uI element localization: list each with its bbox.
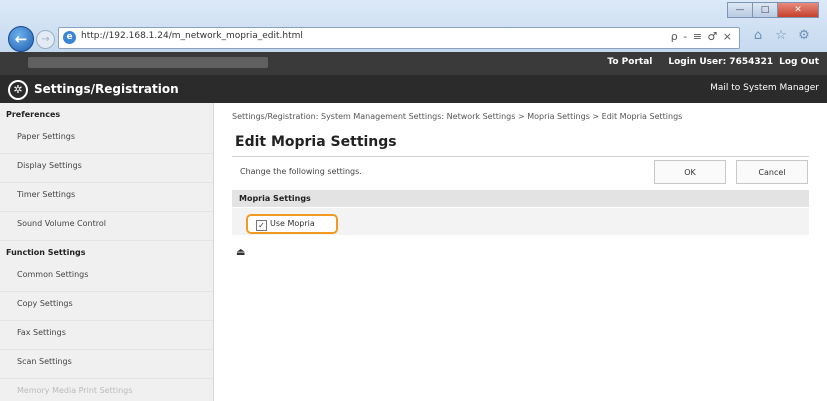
forward-button[interactable]: → [36,30,55,49]
login-user-label: Login User: 7654321 [668,57,774,67]
maximize-button[interactable]: □ [752,2,778,18]
sidebar-item-display-settings[interactable]: Display Settings [0,154,213,183]
star-icon[interactable]: ☆ [772,27,790,45]
sidebar: Preferences Paper Settings Display Setti… [0,103,214,401]
breadcrumb[interactable]: Settings/Registration: System Management… [232,112,682,121]
to-portal-link[interactable]: To Portal [607,57,652,67]
cancel-button[interactable]: Cancel [736,160,808,184]
section-title: Mopria Settings [239,194,311,203]
sidebar-item-common-settings[interactable]: Common Settings [0,263,213,292]
mail-to-system-manager-link[interactable]: Mail to System Manager [710,83,819,93]
back-button[interactable]: ← [8,26,34,52]
browser-chrome: — □ ✕ ← → e http://192.168.1.24/m_networ… [0,0,827,52]
device-bar: To Portal Login User: 7654321 Log Out [0,52,827,75]
use-mopria-checkbox[interactable]: ✓ [256,220,267,231]
use-mopria-option[interactable]: ✓ Use Mopria [246,214,338,234]
address-tools[interactable]: ρ - ≡ ♂ × [671,30,733,43]
section-header-mopria-settings: Mopria Settings [232,190,809,207]
sidebar-item-memory-media-print-settings[interactable]: Memory Media Print Settings [0,379,213,401]
address-bar[interactable]: e http://192.168.1.24/m_network_mopria_e… [58,27,740,49]
gear-icon[interactable]: ⚙ [795,27,813,45]
sidebar-item-paper-settings[interactable]: Paper Settings [0,125,213,154]
minimize-button[interactable]: — [727,2,753,18]
sidebar-item-scan-settings[interactable]: Scan Settings [0,350,213,379]
close-button[interactable]: ✕ [777,2,819,18]
sidebar-item-fax-settings[interactable]: Fax Settings [0,321,213,350]
sidebar-item-sound-volume-control[interactable]: Sound Volume Control [0,212,213,241]
app-title: Settings/Registration [34,82,179,96]
log-out-link[interactable]: Log Out [779,57,819,67]
sidebar-item-timer-settings[interactable]: Timer Settings [0,183,213,212]
page-title: Edit Mopria Settings [235,134,397,150]
title-divider [232,156,809,157]
sidebar-heading-preferences: Preferences [6,110,61,119]
window-controls: — □ ✕ [727,2,819,18]
sidebar-item-copy-settings[interactable]: Copy Settings [0,292,213,321]
browser-toolbar-icons: ⌂ ☆ ⚙ [749,27,818,45]
ok-button[interactable]: OK [654,160,726,184]
sidebar-heading-function-settings: Function Settings [6,248,86,257]
ie-icon: e [63,31,76,44]
app-header: ✲ Settings/Registration Mail to System M… [0,75,827,103]
device-id-redacted [28,57,268,68]
instruction-text: Change the following settings. [240,167,362,176]
address-url[interactable]: http://192.168.1.24/m_network_mopria_edi… [81,31,303,41]
home-icon[interactable]: ⌂ [749,27,767,45]
use-mopria-label[interactable]: Use Mopria [270,219,315,228]
back-to-top-icon[interactable]: ⏏ [236,248,245,258]
settings-gear-icon: ✲ [8,80,28,100]
